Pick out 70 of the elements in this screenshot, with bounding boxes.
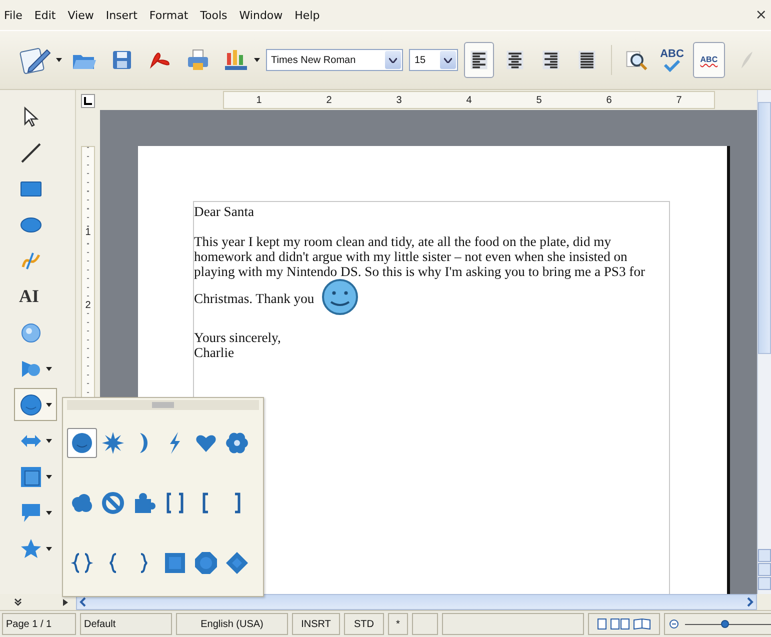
flower-shape-icon[interactable] — [225, 431, 249, 455]
prohibited-shape-icon[interactable] — [101, 491, 125, 515]
letter-paragraph: Dear Santa — [194, 204, 256, 219]
status-text: INSRT — [300, 618, 332, 630]
cloud-shape-icon[interactable] — [70, 491, 94, 515]
sun-shape-icon[interactable] — [101, 431, 125, 455]
menu-item[interactable]: File — [4, 8, 22, 22]
dropdown-arrow-icon[interactable] — [46, 546, 52, 550]
globe-icon[interactable] — [19, 320, 43, 344]
dropdown-arrow-icon[interactable] — [46, 438, 52, 442]
menu-item[interactable]: Tools — [200, 8, 228, 22]
close-button[interactable]: × — [755, 7, 767, 23]
horizontal-ruler[interactable]: 1 2 3 4 5 6 7 — [223, 91, 715, 109]
diamond-shape-icon[interactable] — [225, 551, 249, 575]
line-icon[interactable] — [19, 140, 43, 164]
status-text: English (USA) — [200, 618, 264, 630]
font-name-field[interactable]: Times New Roman — [266, 49, 404, 71]
octagon-shape-icon[interactable] — [194, 551, 218, 575]
smiley-shape-icon[interactable] — [70, 431, 94, 455]
spellcheck-button[interactable]: ABC — [657, 42, 687, 78]
tab-stop-button[interactable] — [81, 94, 95, 108]
align-button[interactable] — [464, 42, 494, 78]
checkmark-icon — [663, 60, 681, 72]
star-icon[interactable] — [19, 536, 43, 560]
square-shape-icon[interactable] — [163, 551, 187, 575]
fontwork-icon[interactable]: AI — [19, 286, 40, 307]
status-field — [412, 613, 438, 635]
status-text: Default — [83, 618, 117, 630]
ruler-number: 2 — [85, 300, 91, 311]
status-text: * — [395, 618, 401, 630]
menu-item[interactable]: View — [68, 8, 94, 22]
vertical-scrollbar[interactable] — [757, 90, 771, 594]
menu-item[interactable]: Format — [149, 8, 188, 22]
dropdown-arrow-icon[interactable] — [46, 402, 52, 406]
status-text: Page 1 / 1 — [5, 618, 53, 630]
letter-paragraph: This year I kept my room clean and tidy, ate all the food on the plate, did my homework and didn't argue with my little sister – not even when she insisted on playing with my Nintendo DS. So this is why I'm asking you to bring me a PS3 for Christmas. Thank you — [194, 234, 669, 315]
brace-pair-shape-icon[interactable] — [70, 551, 94, 575]
dropdown-arrow-icon[interactable] — [46, 510, 52, 514]
menu-item[interactable]: Edit — [34, 8, 56, 22]
dropdown-arrow-icon[interactable] — [46, 474, 52, 478]
single-page-icon[interactable] — [597, 618, 607, 630]
dropdown-arrow-icon[interactable] — [46, 366, 52, 370]
tab-stop-icon — [84, 97, 92, 105]
book-view-icon[interactable] — [633, 618, 651, 630]
flowchart-icon[interactable] — [19, 464, 43, 488]
printer-icon[interactable] — [185, 47, 211, 73]
menu-item[interactable]: Insert — [106, 8, 138, 22]
align-justify-icon[interactable] — [576, 48, 598, 72]
arrow-right-icon[interactable] — [63, 598, 68, 606]
dropdown-arrow-icon[interactable] — [56, 58, 62, 62]
zoom-out-icon[interactable] — [669, 619, 679, 629]
menu-item[interactable]: Help — [294, 8, 320, 22]
letter-paragraph: Yours sincerely, Charlie — [194, 330, 282, 360]
align-center-icon[interactable] — [504, 48, 526, 72]
autospellcheck-button[interactable]: ABC — [693, 42, 725, 78]
font-size-field[interactable]: 15 — [409, 49, 458, 71]
ruler-number: 1 — [85, 227, 91, 238]
two-pages-icon[interactable] — [610, 618, 630, 630]
puzzle-piece-shape-icon[interactable] — [132, 491, 156, 515]
menu-item[interactable]: Window — [239, 8, 283, 22]
dropdown-arrow-icon[interactable] — [254, 58, 260, 62]
chevron-down-icon[interactable] — [14, 598, 22, 606]
align-left-icon[interactable] — [468, 48, 490, 72]
smiley-drawing — [320, 279, 360, 315]
status-text: STD — [353, 618, 375, 630]
horizontal-scrollbar[interactable] — [76, 594, 757, 610]
panel-grip[interactable] — [152, 402, 174, 408]
chart-icon[interactable] — [223, 47, 249, 73]
align-right-icon[interactable] — [540, 48, 562, 72]
smiley-icon[interactable] — [19, 392, 43, 416]
